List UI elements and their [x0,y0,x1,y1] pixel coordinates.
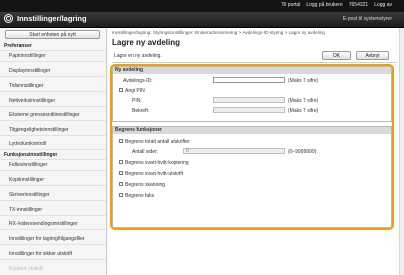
sidebar: Start enheten på nytt Preferanser Papiri… [0,28,107,275]
sidebar-item-store-access[interactable]: Innstillinger for lagring/tilgangsfiler [9,236,85,242]
sidebar-section-functions: Funksjonsinnstillinger [4,152,58,158]
divider [0,91,106,92]
sidebar-section-preferences: Preferanser [4,43,32,49]
sidebar-item-common[interactable]: Fellesinnstillinger [9,162,47,168]
restart-device-button[interactable]: Start enheten på nytt [5,30,100,39]
sidebar-item-secure-print[interactable]: Innstillinger for sikker utskrift [9,251,72,257]
sidebar-item-encrypted-print[interactable]: Kryptert utskrift [9,266,43,272]
sidebar-item-printer[interactable]: Skriverinnstillinger [9,192,50,198]
divider [0,50,106,51]
cancel-button[interactable]: Avbryt [356,51,389,60]
email-admin-link[interactable]: E-post til systemstyrer [343,16,392,22]
top-links: Til portal Logg på brukere 7654321 Logg … [281,2,392,8]
sidebar-item-time[interactable]: Tidsinnstillinger [9,83,43,89]
sidebar-item-paper[interactable]: Papirinnstillinger [9,53,46,59]
scrollbar[interactable] [399,28,404,275]
login-users-link[interactable]: Logg på brukere [306,2,342,8]
divider [0,159,106,160]
sidebar-item-network[interactable]: Nettverksinnstillinger [9,98,55,104]
portal-link[interactable]: Til portal [281,2,300,8]
divider [0,106,106,107]
divider [0,76,106,77]
sidebar-item-tx[interactable]: TX-innstillinger [9,207,42,213]
divider [112,62,398,63]
sidebar-item-volume[interactable]: Lydvolumkontroll [9,141,46,147]
divider [0,244,106,245]
sidebar-item-external-interface[interactable]: Eksterne grensesnittinnstillinger [9,112,80,118]
divider [0,170,106,171]
app-title: Innstillinger/lagring [17,14,87,23]
divider [0,135,106,136]
sidebar-item-copy[interactable]: Kopiinnstillinger [9,177,44,183]
settings-logo-icon [4,14,13,23]
user-id: 7654321 [348,2,369,8]
ok-button[interactable]: OK [322,51,351,60]
highlight-frame [110,64,394,230]
sidebar-item-rx-forwarding[interactable]: RX-/videresendingsinnstillinger [9,221,78,227]
top-bar: Til portal Logg på brukere 7654321 Logg … [0,0,404,12]
page-subtitle: Lagre en ny avdeling. [114,53,162,59]
main-content: Innstillinger/lagring: Styringsinnstilli… [108,28,404,275]
breadcrumb: Innstillinger/lagring: Styringsinnstilli… [112,30,325,35]
page-title: Lagre ny avdeling [112,38,181,47]
divider [0,259,106,260]
sidebar-item-display[interactable]: Displayinnstillinger [9,68,50,74]
logout-link[interactable]: Logg av [374,2,392,8]
divider [0,149,106,150]
divider [0,229,106,230]
divider [0,200,106,201]
divider [0,61,106,62]
sidebar-item-accessibility[interactable]: Tilgjengelighetsinnstillinger [9,127,69,133]
divider [0,215,106,216]
divider [0,185,106,186]
divider [0,120,106,121]
app-header: Innstillinger/lagring E-post til systems… [0,12,404,28]
